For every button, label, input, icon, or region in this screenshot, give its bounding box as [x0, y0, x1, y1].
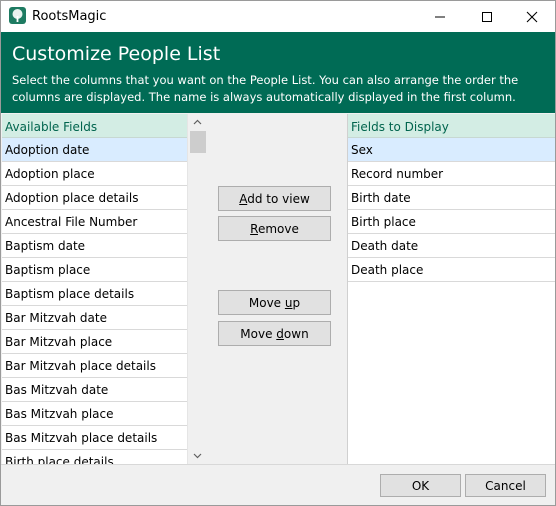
list-item[interactable]: Baptism place details	[2, 282, 187, 306]
list-item[interactable]: Birth place details	[2, 450, 187, 464]
scroll-down-icon[interactable]	[188, 448, 207, 464]
page-title: Customize People List	[12, 43, 221, 65]
list-item[interactable]: Ancestral File Number	[2, 210, 187, 234]
ok-button[interactable]: OK	[380, 474, 461, 497]
available-fields-list[interactable]: Available Fields Adoption date Adoption …	[2, 114, 187, 464]
remove-label: emove	[257, 221, 299, 236]
close-icon[interactable]	[509, 1, 555, 32]
list-item[interactable]: Baptism date	[2, 234, 187, 258]
list-item[interactable]: Death date	[348, 234, 555, 258]
list-item[interactable]: Bas Mitzvah place details	[2, 426, 187, 450]
list-item[interactable]: Adoption date	[2, 138, 187, 162]
dialog-header: Customize People List Select the columns…	[1, 32, 555, 113]
available-fields-header: Available Fields	[2, 114, 187, 138]
scroll-up-icon[interactable]	[188, 114, 207, 130]
fields-to-display-header: Fields to Display	[348, 114, 555, 138]
scroll-thumb[interactable]	[190, 131, 206, 153]
move-up-label-end: p	[292, 295, 301, 310]
move-down-label-start: Move	[240, 326, 277, 341]
list-item[interactable]: Record number	[348, 162, 555, 186]
list-item[interactable]: Bas Mitzvah place	[2, 402, 187, 426]
customize-people-list-dialog: RootsMagic Customize People List Select …	[0, 0, 556, 506]
move-down-label-end: own	[283, 326, 309, 341]
list-item[interactable]: Bar Mitzvah place	[2, 330, 187, 354]
list-item[interactable]: Bas Mitzvah date	[2, 378, 187, 402]
list-item[interactable]: Birth place	[348, 210, 555, 234]
move-up-button[interactable]: Move up	[218, 290, 331, 315]
minimize-icon[interactable]	[417, 1, 463, 32]
add-to-view-button[interactable]: Add to view	[218, 186, 331, 211]
add-to-view-label: dd to view	[247, 191, 310, 206]
dialog-footer: OK Cancel	[1, 464, 555, 505]
list-item[interactable]: Adoption place details	[2, 186, 187, 210]
title-bar: RootsMagic	[1, 1, 555, 32]
list-item[interactable]: Death place	[348, 258, 555, 282]
move-down-button[interactable]: Move down	[218, 321, 331, 346]
list-item[interactable]: Bar Mitzvah date	[2, 306, 187, 330]
list-item[interactable]: Baptism place	[2, 258, 187, 282]
remove-accel: R	[250, 221, 258, 236]
cancel-button[interactable]: Cancel	[465, 474, 546, 497]
list-item[interactable]: Sex	[348, 138, 555, 162]
list-item[interactable]: Adoption place	[2, 162, 187, 186]
move-up-label-start: Move	[248, 295, 285, 310]
available-fields-scrollbar[interactable]	[187, 114, 207, 464]
list-item[interactable]: Birth date	[348, 186, 555, 210]
move-down-accel: d	[276, 326, 284, 341]
window-title: RootsMagic	[32, 9, 107, 24]
remove-button[interactable]: Remove	[218, 216, 331, 241]
tree-app-icon	[9, 7, 26, 24]
list-item[interactable]: Bar Mitzvah place details	[2, 354, 187, 378]
fields-to-display-list[interactable]: Fields to Display Sex Record number Birt…	[347, 114, 555, 464]
header-description: Select the columns that you want on the …	[12, 73, 519, 104]
maximize-icon[interactable]	[464, 1, 510, 32]
